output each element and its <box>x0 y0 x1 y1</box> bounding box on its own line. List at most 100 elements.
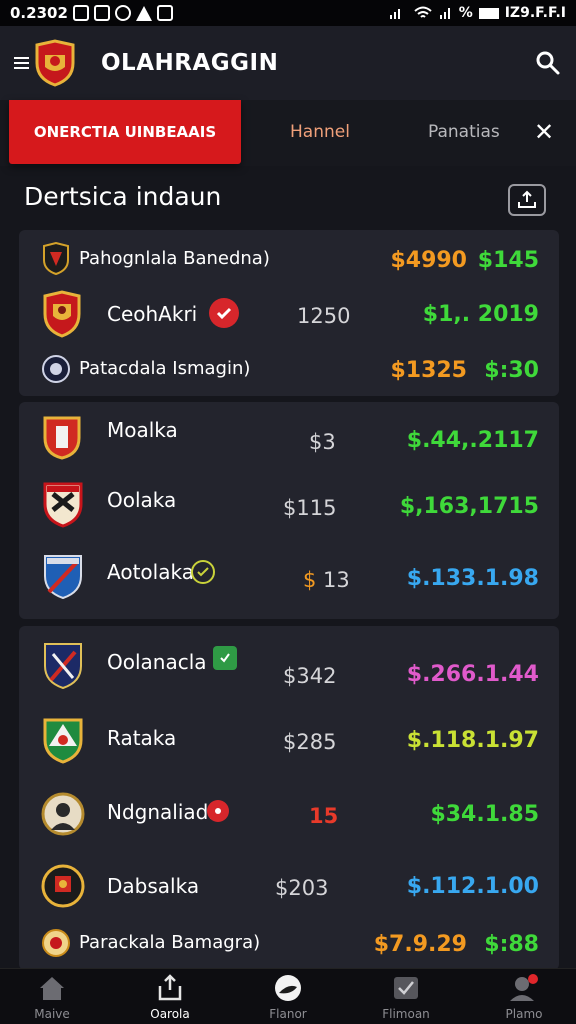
match-card[interactable]: Moalka $3 $.44,.2117 Oolaka $115 $,163,1… <box>19 402 559 619</box>
team-name: Aotolaka <box>107 560 194 584</box>
odds-value: $1325 <box>390 358 467 383</box>
match-card[interactable]: Oolanacla $342 $.266.1.44 Rataka $285 $.… <box>19 626 559 970</box>
team-name: Dabsalka <box>107 874 200 898</box>
status-percent: % <box>458 5 473 21</box>
tab-panatias[interactable]: Panatias <box>428 122 500 142</box>
odds-value: $4990 <box>390 248 467 273</box>
stake-value: 1250 <box>297 304 351 328</box>
status-bar: 0.2302 % IZ9.F.F.I <box>0 0 576 26</box>
price-value: $:30 <box>484 358 539 383</box>
nav-item-home[interactable]: Maive <box>2 973 102 1021</box>
nav-label: Flimoan <box>382 1007 430 1021</box>
status-time: 0.2302 <box>10 4 68 22</box>
list-item[interactable]: Patacdala Ismagin) $1325 $:30 <box>19 348 559 392</box>
nav-label: Plamo <box>505 1007 543 1021</box>
notification-icon <box>135 5 152 21</box>
notification-icon <box>156 5 173 21</box>
nav-item-share[interactable]: Oarola <box>120 973 220 1021</box>
menu-icon[interactable] <box>14 57 29 69</box>
team-crest-icon <box>42 929 70 957</box>
shield-badge-icon <box>213 646 237 670</box>
status-right-time: IZ9.F.F.I <box>504 5 566 21</box>
team-name: CeohAkri <box>107 302 198 326</box>
table-row[interactable]: Ndgnaliadi 15 $34.1.85 <box>19 784 559 860</box>
nav-label: Maive <box>34 1007 70 1021</box>
signal-bars-icon <box>439 8 450 19</box>
stake-value: $285 <box>283 730 337 754</box>
table-row[interactable]: Moalka $3 $.44,.2117 <box>19 408 559 468</box>
team-crest-icon <box>43 718 83 764</box>
list-item[interactable]: Parackala Bamagra) $7.9.29 $:88 <box>19 924 559 966</box>
section-title: Dertsica indaun <box>24 182 222 211</box>
stake-value: $115 <box>283 496 337 520</box>
nav-item-profile[interactable]: Plamo <box>474 973 574 1021</box>
alert-badge-icon <box>207 800 229 822</box>
team-crest-icon <box>43 290 81 338</box>
table-row[interactable]: Dabsalka $203 $.112.1.00 <box>19 862 559 924</box>
table-row[interactable]: CeohAkri 1250 $1,. 2019 <box>19 286 559 342</box>
total-value: $1,. 2019 <box>422 302 539 327</box>
search-icon[interactable] <box>534 49 562 77</box>
profile-icon <box>510 974 538 1001</box>
check-box-icon <box>394 977 418 999</box>
wifi-icon <box>414 6 432 18</box>
stake-value: $342 <box>283 664 337 688</box>
share-icon <box>518 190 536 208</box>
team-crest-icon <box>42 355 70 383</box>
table-row[interactable]: Rataka $285 $.118.1.97 <box>19 710 559 778</box>
total-value: $.44,.2117 <box>406 428 539 453</box>
team-name: Oolanacla <box>107 650 207 674</box>
team-crest-icon <box>43 242 69 276</box>
team-name: Rataka <box>107 726 177 750</box>
app-title: OLAHRAGGIN <box>101 50 279 76</box>
match-card[interactable]: Pahognlala Banedna) $4990 $145 CeohAkri … <box>19 230 559 396</box>
table-row[interactable]: Oolanacla $342 $.266.1.44 <box>19 636 559 706</box>
total-value: $.133.1.98 <box>406 566 539 591</box>
nav-item-check[interactable]: Flimoan <box>356 973 456 1021</box>
league-name: Pahognlala Banedna) <box>79 248 270 269</box>
total-value: $,163,1715 <box>399 494 539 519</box>
table-row[interactable]: Oolaka $115 $,163,1715 <box>19 474 559 536</box>
price-value: $145 <box>477 248 539 273</box>
tab-hannel[interactable]: Hannel <box>290 122 350 142</box>
team-crest-icon <box>44 643 82 690</box>
list-item[interactable]: Pahognlala Banedna) $4990 $145 <box>19 236 559 282</box>
battery-icon <box>478 7 499 19</box>
close-icon[interactable]: ✕ <box>534 120 554 144</box>
nav-item-ball[interactable]: Flanor <box>238 973 338 1021</box>
nav-label: Oarola <box>150 1007 190 1021</box>
home-icon <box>40 977 64 1000</box>
team-name: Moalka <box>107 418 178 442</box>
price-value: $:88 <box>484 932 539 957</box>
notification-icon <box>93 5 110 21</box>
team-crest-icon <box>41 864 85 908</box>
team-crest-icon <box>43 482 83 528</box>
total-value: $34.1.85 <box>430 802 539 827</box>
stake-number: 13 <box>316 568 350 592</box>
odds-value: $7.9.29 <box>373 932 467 957</box>
share-button[interactable] <box>508 184 546 216</box>
ball-icon <box>275 975 301 1001</box>
team-name: Ndgnaliadi <box>107 800 214 824</box>
notification-icon <box>114 5 131 21</box>
total-value: $.266.1.44 <box>406 662 539 687</box>
total-value: $.112.1.00 <box>406 874 539 899</box>
app-bar: OLAHRAGGIN <box>0 26 576 100</box>
team-name: Oolaka <box>107 488 177 512</box>
total-value: $.118.1.97 <box>406 728 539 753</box>
stake-value: $3 <box>309 430 336 454</box>
crest-logo <box>35 39 75 87</box>
nav-label: Flanor <box>269 1007 307 1021</box>
check-badge-icon <box>209 298 239 328</box>
stake-value: $ 13 <box>303 568 350 592</box>
bottom-nav: Maive Oarola Flanor Flimoan Plamo <box>0 968 576 1024</box>
team-crest-icon <box>43 416 81 460</box>
notification-icon <box>72 5 89 21</box>
stake-value: 15 <box>309 804 339 828</box>
stake-value: $203 <box>275 876 329 900</box>
signal-icon <box>389 9 400 19</box>
league-name: Parackala Bamagra) <box>79 932 261 953</box>
share-box-icon <box>158 974 182 1001</box>
tab-active[interactable]: ONERCTIA UINBEAAIS <box>9 100 241 164</box>
table-row[interactable]: Aotolaka $ 13 $.133.1.98 <box>19 544 559 606</box>
